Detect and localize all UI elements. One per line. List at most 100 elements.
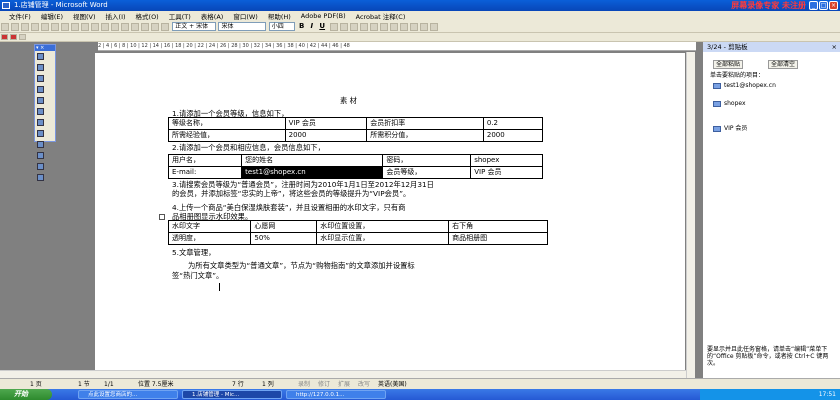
taskbar-item-word[interactable]: 1.店铺管理 - Mic... xyxy=(182,390,282,399)
align-left-icon[interactable] xyxy=(330,23,339,31)
table-cell[interactable]: shopex xyxy=(470,154,543,167)
table-cell[interactable]: 会员等级， xyxy=(382,166,472,179)
table-icon[interactable] xyxy=(161,23,169,31)
email-icon[interactable] xyxy=(41,23,49,31)
table-cell[interactable]: 商品相册图 xyxy=(448,232,548,245)
table-cell[interactable]: 透明度， xyxy=(167,232,252,245)
pdf-email-icon[interactable] xyxy=(10,34,17,40)
research-icon[interactable] xyxy=(81,23,89,31)
menu-view[interactable]: 视图(V) xyxy=(68,11,101,21)
menu-insert[interactable]: 插入(I) xyxy=(101,11,131,21)
picture-icon[interactable] xyxy=(37,163,44,170)
draw-icon[interactable] xyxy=(37,53,44,60)
watermark-settings-table[interactable]: 水印文字 心愿网 水印位置设置， 右下角 透明度， 50% 水印显示位置， 商品… xyxy=(167,220,548,245)
task-pane-close-icon[interactable]: × xyxy=(832,42,837,52)
table-cell[interactable]: VIP 会员 xyxy=(284,117,368,130)
indent-icon[interactable] xyxy=(400,23,409,31)
font-dropdown[interactable]: 宋体 xyxy=(218,22,267,31)
menu-window[interactable]: 窗口(W) xyxy=(228,11,263,21)
align-right-icon[interactable] xyxy=(350,23,359,31)
print-icon[interactable] xyxy=(51,23,59,31)
table-cell[interactable]: E-mail: xyxy=(167,166,243,179)
menu-table[interactable]: 表格(A) xyxy=(196,11,229,21)
close-icon[interactable]: × xyxy=(829,1,838,10)
menu-file[interactable]: 文件(F) xyxy=(4,11,36,21)
permission-icon[interactable] xyxy=(31,23,39,31)
table-cell[interactable]: 水印文字 xyxy=(167,220,252,233)
underline-button[interactable]: U xyxy=(319,22,325,30)
paste-all-button[interactable]: 全部粘贴 xyxy=(713,60,744,69)
clear-all-button[interactable]: 全部清空 xyxy=(768,60,799,69)
print-preview-icon[interactable] xyxy=(61,23,69,31)
member-info-table[interactable]: 用户名， 您的姓名 密码， shopex E-mail: test1@shope… xyxy=(167,154,543,179)
paste-icon[interactable] xyxy=(111,23,119,31)
member-level-table[interactable]: 等级名称， VIP 会员 会员折扣率 0.2 所需经验值， 2000 所需积分值… xyxy=(168,117,544,142)
redo-icon[interactable] xyxy=(141,23,149,31)
clipboard-item[interactable]: test1@shopex.cn xyxy=(713,82,776,89)
style-dropdown[interactable]: 正文 + 宋体 xyxy=(172,22,217,31)
textbox-icon[interactable] xyxy=(37,119,44,126)
bold-button[interactable]: B xyxy=(299,22,304,30)
diagram-icon[interactable] xyxy=(37,141,44,148)
menu-adobe-pdf[interactable]: Adobe PDF(B) xyxy=(296,12,351,20)
start-button[interactable]: 开始 xyxy=(0,389,52,400)
line-icon[interactable] xyxy=(37,75,44,82)
floating-toolbar-header[interactable]: ▾ × xyxy=(35,45,55,51)
table-cell[interactable]: VIP 会员 xyxy=(470,166,543,179)
undo-icon[interactable] xyxy=(131,23,139,31)
table-cell[interactable]: 所需经验值， xyxy=(168,129,286,142)
table-cell[interactable]: 等级名称， xyxy=(168,117,286,130)
clipboard-item[interactable]: shopex xyxy=(713,100,746,107)
table-cell[interactable]: 所需积分值， xyxy=(366,129,484,142)
table-cell[interactable]: 50% xyxy=(250,232,318,245)
rectangle-icon[interactable] xyxy=(37,97,44,104)
maximize-icon[interactable]: □ xyxy=(819,1,828,10)
menu-format[interactable]: 格式(O) xyxy=(131,11,164,21)
hyperlink-icon[interactable] xyxy=(151,23,159,31)
table-cell[interactable]: 水印位置设置， xyxy=(316,220,450,233)
save-icon[interactable] xyxy=(21,23,29,31)
open-icon[interactable] xyxy=(11,23,19,31)
clipboard-item[interactable]: VIP 会员 xyxy=(713,123,747,132)
format-painter-icon[interactable] xyxy=(121,23,129,31)
table-cell[interactable]: 水印显示位置， xyxy=(316,232,450,245)
line-spacing-icon[interactable] xyxy=(370,23,379,31)
bullets-icon[interactable] xyxy=(390,23,399,31)
taskbar-item-store[interactable]: 点此设置您商店的... xyxy=(78,390,178,399)
new-icon[interactable] xyxy=(1,23,9,31)
cut-icon[interactable] xyxy=(91,23,99,31)
oval-icon[interactable] xyxy=(37,108,44,115)
italic-button[interactable]: I xyxy=(311,22,314,30)
table-cell[interactable]: 会员折扣率 xyxy=(366,117,484,130)
arrow-icon[interactable] xyxy=(37,86,44,93)
table-cell[interactable]: 心愿网 xyxy=(250,220,318,233)
selected-email-cell[interactable]: test1@shopex.cn xyxy=(241,166,384,179)
horizontal-ruler[interactable]: 2 | 4 | 6 | 8 | 10 | 12 | 14 | 16 | 18 |… xyxy=(98,42,696,51)
minimize-icon[interactable]: _ xyxy=(809,1,818,10)
horizontal-scrollbar[interactable] xyxy=(0,370,686,378)
menu-help[interactable]: 帮助(H) xyxy=(263,11,296,21)
justify-icon[interactable] xyxy=(360,23,369,31)
word-app-icon[interactable] xyxy=(2,2,10,9)
spelling-icon[interactable] xyxy=(71,23,79,31)
pdf-convert-icon[interactable] xyxy=(1,34,8,40)
align-center-icon[interactable] xyxy=(340,23,349,31)
table-cell[interactable]: 0.2 xyxy=(482,117,544,130)
table-cell[interactable]: 2000 xyxy=(284,129,368,142)
copy-icon[interactable] xyxy=(101,23,109,31)
font-size-dropdown[interactable]: 小四 xyxy=(268,22,295,31)
table-cell[interactable]: 2000 xyxy=(482,129,544,142)
clipart-icon[interactable] xyxy=(37,152,44,159)
wordart-icon[interactable] xyxy=(37,130,44,137)
menu-tools[interactable]: 工具(T) xyxy=(164,11,196,21)
table-cell[interactable]: 用户名， xyxy=(167,154,243,167)
taskbar-item-browser[interactable]: http://127.0.0.1... xyxy=(286,390,386,399)
border-icon[interactable] xyxy=(410,23,419,31)
numbering-icon[interactable] xyxy=(380,23,389,31)
select-icon[interactable] xyxy=(37,64,44,71)
menu-edit[interactable]: 编辑(E) xyxy=(36,11,68,21)
vertical-scrollbar[interactable] xyxy=(686,52,695,378)
table-cell[interactable]: 右下角 xyxy=(448,220,548,233)
menu-acrobat-comments[interactable]: Acrobat 注释(C) xyxy=(351,11,411,21)
table-cell[interactable]: 密码， xyxy=(382,154,472,167)
